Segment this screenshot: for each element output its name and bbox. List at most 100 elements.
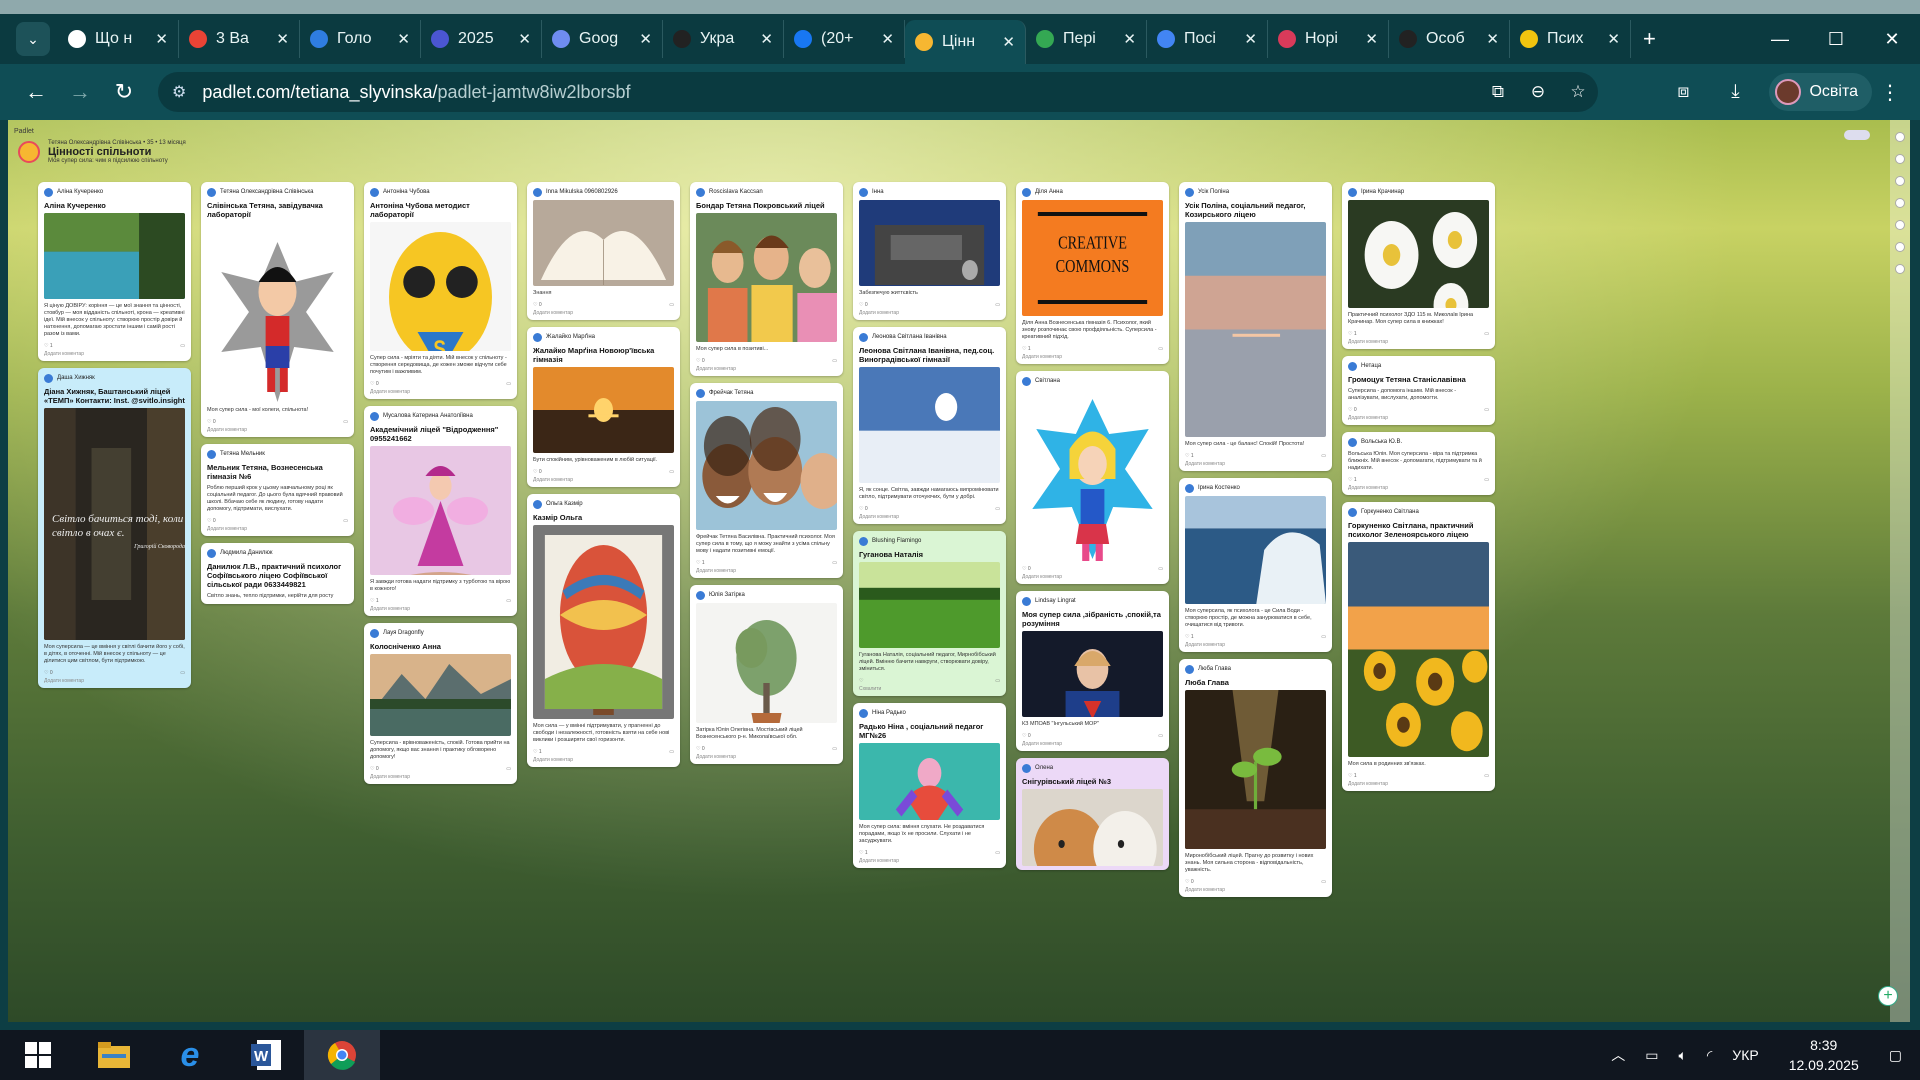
post-card[interactable]: Ірина Костенко Моя суперсила, як психолог… <box>1179 478 1332 652</box>
extensions-icon[interactable]: ⧈ <box>1657 81 1709 103</box>
post-card[interactable]: Тетяна Мельник Мельник Тетяна, Вознесенсь… <box>201 444 354 536</box>
comment-icon[interactable]: ▭ <box>669 302 674 308</box>
add-comment-link[interactable]: Додати коментар <box>207 427 348 433</box>
post-image[interactable] <box>1185 496 1326 604</box>
add-comment-link[interactable]: Додати коментар <box>1348 415 1489 421</box>
comment-icon[interactable]: ▭ <box>180 343 185 349</box>
add-comment-link[interactable]: Додати коментар <box>1185 461 1326 467</box>
notifications-icon[interactable]: ▢ <box>1889 1047 1902 1064</box>
post-card[interactable]: Людмила Данилюк Данилюк Л.В., практичний … <box>201 543 354 604</box>
post-image[interactable] <box>1185 222 1326 437</box>
tab-5[interactable]: Укра ✕ <box>663 20 784 58</box>
clock[interactable]: 8:39 12.09.2025 <box>1789 1035 1859 1075</box>
like-count[interactable]: ♡ 1 <box>44 343 53 349</box>
add-comment-link[interactable]: Додати коментар <box>1348 485 1489 491</box>
like-count[interactable]: ♡ 0 <box>207 518 216 524</box>
add-comment-link[interactable]: Додати коментар <box>1022 354 1163 360</box>
like-count[interactable]: ♡ 0 <box>44 670 53 676</box>
like-count[interactable]: ♡ 0 <box>533 469 542 475</box>
post-image[interactable] <box>207 222 348 403</box>
post-card[interactable]: Тетяна Олександрівна Слівінська Слівінськ… <box>201 182 354 437</box>
add-comment-link[interactable]: Додати коментар <box>533 757 674 763</box>
post-card[interactable]: Фрейчак Тетяна Фрейчак Тетяна Василівна. … <box>690 383 843 578</box>
tray-chevron-icon[interactable]: ︿ <box>1611 1045 1625 1065</box>
post-card[interactable]: Inna Mikulska 0960802926 Знання ♡ 0 ▭ Додати… <box>527 182 680 320</box>
tab-8[interactable]: Пері ✕ <box>1026 20 1147 58</box>
post-card[interactable]: Леонова Світлана Іванівна Леонова Світлан… <box>853 327 1006 524</box>
add-comment-link[interactable]: Додати коментар <box>370 389 511 395</box>
like-count[interactable]: ♡ 0 <box>207 419 216 425</box>
url-text[interactable]: padlet.com/tetiana_slyvinska/padlet-jamt… <box>202 82 630 103</box>
comment-icon[interactable]: ▭ <box>995 302 1000 308</box>
wifi-icon[interactable]: ◜ <box>1707 1047 1712 1064</box>
close-tab-icon[interactable]: ✕ <box>760 30 773 48</box>
download-icon[interactable]: ⤓ <box>1709 81 1761 103</box>
add-comment-link[interactable]: Додати коментар <box>1348 339 1489 345</box>
add-comment-link[interactable]: Додати коментар <box>1022 574 1163 580</box>
comment-icon[interactable]: ▭ <box>995 678 1000 684</box>
tab-11[interactable]: Особ ✕ <box>1389 20 1510 58</box>
install-app-icon[interactable]: ⧉ <box>1478 82 1518 102</box>
post-card[interactable]: Ірина Крачинар Практичний психолог ЗДО 11… <box>1342 182 1495 349</box>
like-count[interactable]: ♡ 1 <box>1348 773 1357 779</box>
post-card[interactable]: Антоніна Чубова Антоніна Чубова методист … <box>364 182 517 399</box>
add-comment-link[interactable]: Додати коментар <box>207 526 348 532</box>
post-image[interactable] <box>1185 690 1326 849</box>
add-comment-link[interactable]: Додати коментар <box>370 774 511 780</box>
comment-icon[interactable]: ▭ <box>832 358 837 364</box>
like-count[interactable]: ♡ 0 <box>533 302 542 308</box>
add-comment-link[interactable]: Додати коментар <box>696 754 837 760</box>
add-comment-link[interactable]: Схвалити <box>859 686 1000 692</box>
comment-icon[interactable]: ▭ <box>669 469 674 475</box>
post-image[interactable] <box>1022 631 1163 717</box>
post-image[interactable]: S <box>370 222 511 351</box>
chrome-button[interactable] <box>304 1030 380 1080</box>
like-count[interactable]: ♡ 1 <box>533 749 542 755</box>
post-image[interactable] <box>859 743 1000 820</box>
tab-1[interactable]: 3 Ва ✕ <box>179 20 300 58</box>
minimize-icon[interactable]: — <box>1752 29 1808 50</box>
tab-12[interactable]: Псих ✕ <box>1510 20 1631 58</box>
forward-icon[interactable]: → <box>58 79 102 105</box>
post-card[interactable]: Люба Глава Люба Глава Миронобібський ліцей… <box>1179 659 1332 897</box>
add-comment-link[interactable]: Додати коментар <box>696 568 837 574</box>
post-image[interactable] <box>1348 200 1489 308</box>
like-count[interactable]: ♡ 1 <box>859 850 868 856</box>
post-card[interactable]: Нетаца Громоцук Тетяна Станіславівна Супер… <box>1342 356 1495 425</box>
post-image[interactable] <box>1348 542 1489 757</box>
comment-icon[interactable]: ▭ <box>1158 733 1163 739</box>
tab-2[interactable]: Голо ✕ <box>300 20 421 58</box>
close-tab-icon[interactable]: ✕ <box>1002 33 1015 51</box>
post-card[interactable]: Ольга Казмір Казмір Ольга Моя сила — у вмі… <box>527 494 680 767</box>
comment-icon[interactable]: ▭ <box>1484 331 1489 337</box>
comment-icon[interactable]: ▭ <box>506 381 511 387</box>
address-bar[interactable]: ⚙ padlet.com/tetiana_slyvinska/padlet-ja… <box>158 72 1598 112</box>
comment-icon[interactable]: ▭ <box>343 518 348 524</box>
post-card[interactable]: Даша Хижняк Діана Хижняк, Баштанський ліц… <box>38 368 191 688</box>
comment-icon[interactable]: ▭ <box>1321 634 1326 640</box>
internet-explorer-button[interactable]: e <box>152 1030 228 1080</box>
comment-icon[interactable]: ▭ <box>1484 407 1489 413</box>
comment-icon[interactable]: ▭ <box>506 766 511 772</box>
post-image[interactable]: Світло бачиться тоді, коли світло в очах… <box>44 408 185 640</box>
post-image[interactable] <box>696 401 837 530</box>
tab-9[interactable]: Посі ✕ <box>1147 20 1268 58</box>
tab-6[interactable]: (20+ ✕ <box>784 20 905 58</box>
post-card[interactable]: Усік Поліна Усік Поліна, соціальний педаг… <box>1179 182 1332 471</box>
close-tab-icon[interactable]: ✕ <box>1365 30 1378 48</box>
like-count[interactable]: ♡ 0 <box>1185 879 1194 885</box>
post-image[interactable] <box>533 525 674 719</box>
post-card[interactable]: Жалайко Марґіна Жалайко Марґіна Новоюр'їв… <box>527 327 680 487</box>
post-image[interactable] <box>859 562 1000 648</box>
like-count[interactable]: ♡ 0 <box>370 766 379 772</box>
post-image[interactable] <box>696 213 837 342</box>
close-tab-icon[interactable]: ✕ <box>397 30 410 48</box>
comment-icon[interactable]: ▭ <box>1321 453 1326 459</box>
word-button[interactable]: W <box>228 1030 304 1080</box>
post-card[interactable]: Ніна Радько Радько Ніна , соціальний педа… <box>853 703 1006 868</box>
site-settings-icon[interactable]: ⚙ <box>172 82 186 102</box>
add-comment-link[interactable]: Додати коментар <box>696 366 837 372</box>
post-card[interactable]: Лауя Dragonfly Колосніченко Анна Суперсила… <box>364 623 517 784</box>
close-tab-icon[interactable]: ✕ <box>881 30 894 48</box>
reload-icon[interactable]: ↻ <box>102 79 146 105</box>
